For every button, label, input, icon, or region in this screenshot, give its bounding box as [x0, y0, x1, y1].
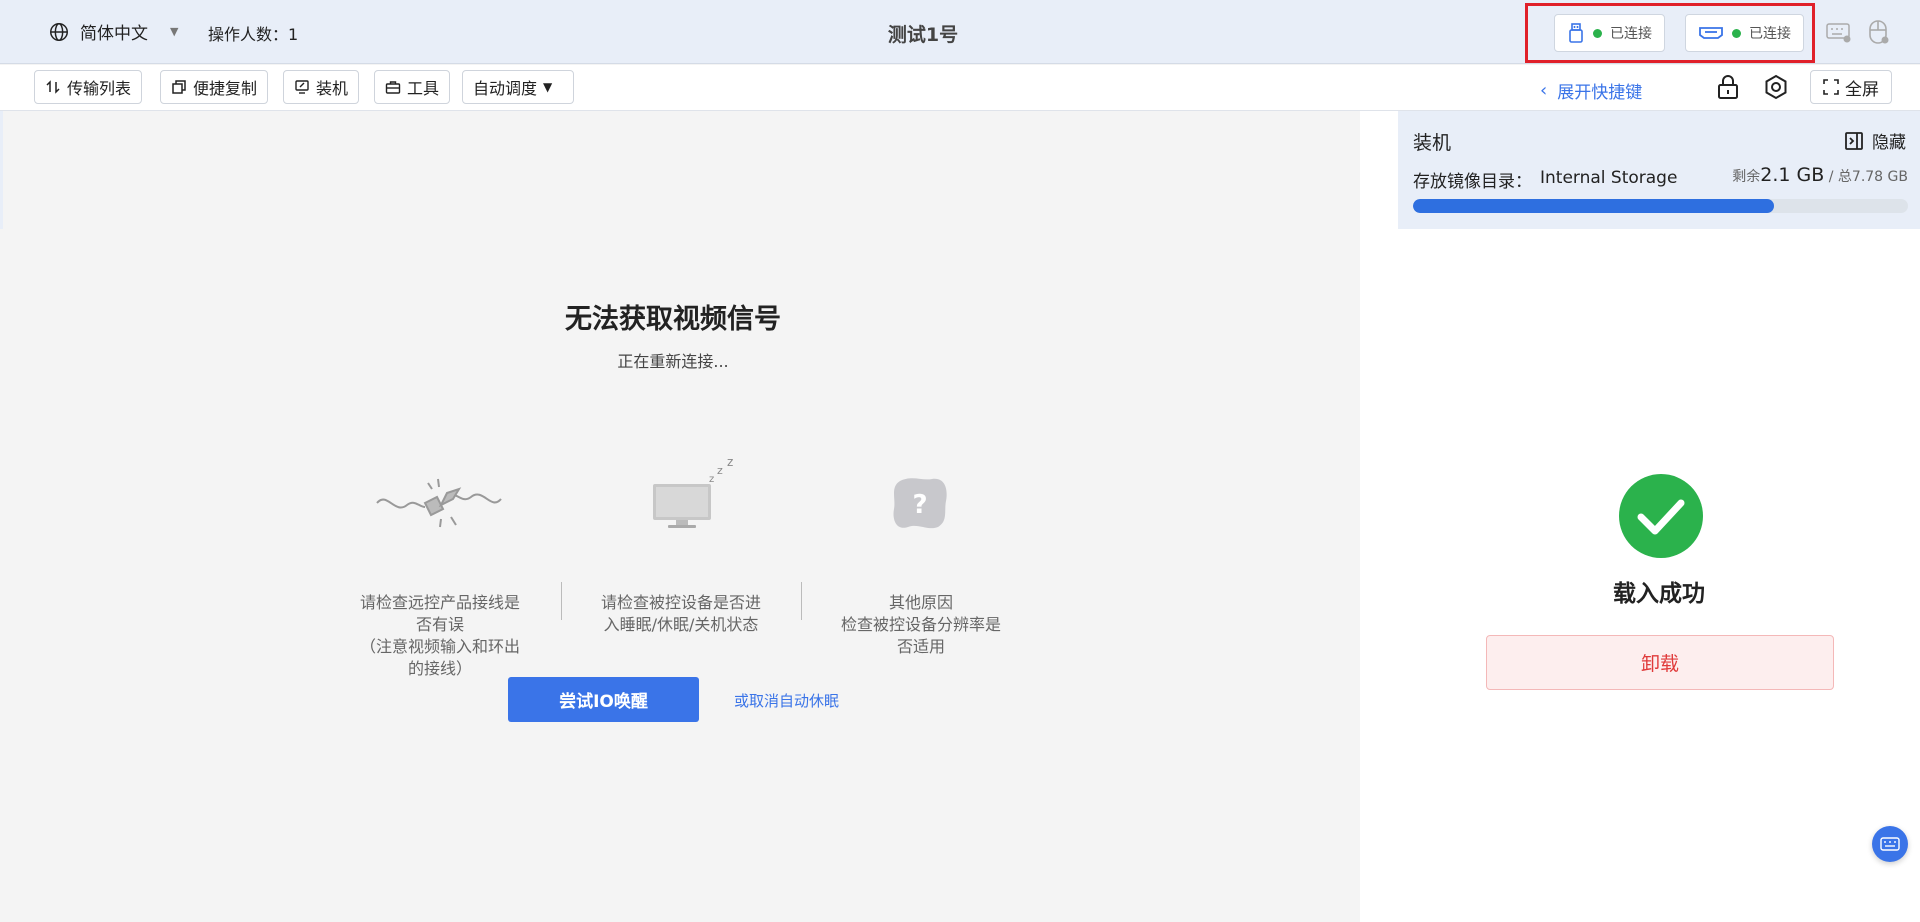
- reason-other-line2: 检查被控设备分辨率是: [840, 615, 1001, 634]
- usb-connected-dot: [1593, 28, 1602, 38]
- copy-icon: [172, 80, 186, 94]
- svg-text:z: z: [717, 464, 723, 477]
- remaining-value: 2.1 GB: [1760, 164, 1825, 186]
- panel-gutter: [1360, 111, 1398, 922]
- hide-panel-button[interactable]: 隐藏: [1844, 128, 1906, 153]
- reason-cable-text: 请检查远控产品接线是 否有误 （注意视频输入和环出 的接线）: [340, 592, 540, 680]
- virtual-keyboard-button[interactable]: [1872, 826, 1908, 862]
- toolbox-icon: [385, 81, 401, 94]
- reason-divider: [561, 582, 562, 620]
- svg-text:?: ?: [912, 490, 927, 520]
- storage-remaining: 剩余2.1 GB / 总7.78 GB: [1732, 164, 1908, 186]
- usb-status-label: 已连接: [1610, 26, 1652, 42]
- reason-cable-line2: 否有误: [415, 615, 464, 634]
- success-check-icon: [1619, 474, 1703, 558]
- usb-icon: [1569, 23, 1583, 43]
- expand-shortcuts-label: 展开快捷键: [1557, 83, 1643, 103]
- usb-status-button[interactable]: 已连接: [1554, 14, 1665, 52]
- hdmi-status-label: 已连接: [1749, 26, 1791, 42]
- chevron-left-icon: ‹: [1540, 80, 1548, 101]
- total-capacity: / 总7.78 GB: [1824, 169, 1908, 185]
- settings-icon[interactable]: [1762, 73, 1790, 101]
- try-io-wake-button[interactable]: 尝试IO唤醒: [508, 677, 699, 722]
- install-panel-header: 装机 隐藏 存放镜像目录： Internal Storage 剩余2.1 GB …: [1398, 111, 1920, 229]
- unplugged-cable-icon: [376, 478, 502, 528]
- remaining-prefix: 剩余: [1732, 169, 1761, 185]
- panel-title: 装机: [1413, 132, 1452, 154]
- reason-cable-line1: 请检查远控产品接线是: [359, 593, 520, 612]
- transfer-list-button[interactable]: 传输列表: [34, 70, 143, 104]
- transfer-icon: [46, 80, 60, 94]
- storage-usage-bar: [1413, 199, 1908, 213]
- reason-other-text: 其他原因 检查被控设备分辨率是 否适用: [821, 592, 1021, 658]
- tools-label: 工具: [407, 79, 440, 98]
- storage-dir-value: Internal Storage: [1540, 168, 1678, 188]
- video-viewport: 无法获取视频信号 正在重新连接... z z z ? 请检查远控产品接线是 否有…: [3, 111, 1360, 922]
- quick-copy-button[interactable]: 便捷复制: [160, 70, 269, 104]
- hdmi-connected-dot: [1732, 28, 1741, 38]
- install-icon: [295, 80, 309, 94]
- cancel-auto-sleep-link[interactable]: 或取消自动休眠: [734, 690, 839, 711]
- reason-other-line3: 否适用: [896, 637, 945, 656]
- fullscreen-icon: [1823, 79, 1839, 95]
- toolbar: 传输列表 便捷复制 装机 工具 自动调度 ▼ ‹ 展开快捷键 全屏: [0, 65, 1920, 111]
- reason-other-line1: 其他原因: [888, 593, 953, 612]
- keyboard-status-icon[interactable]: [1826, 20, 1852, 44]
- mouse-status-icon[interactable]: [1866, 18, 1890, 46]
- install-label: 装机: [316, 79, 349, 98]
- fullscreen-label: 全屏: [1845, 79, 1879, 100]
- expand-shortcuts-link[interactable]: ‹ 展开快捷键: [1540, 78, 1642, 103]
- auto-schedule-dropdown[interactable]: 自动调度 ▼: [462, 70, 574, 104]
- install-panel: 装机 隐藏 存放镜像目录： Internal Storage 剩余2.1 GB …: [1398, 111, 1920, 922]
- tools-button[interactable]: 工具: [374, 70, 451, 104]
- svg-text:z: z: [709, 474, 714, 485]
- no-signal-heading: 无法获取视频信号: [565, 304, 781, 335]
- reason-sleep-text: 请检查被控设备是否进 入睡眠/休眠/关机状态: [581, 592, 781, 636]
- reason-sleep-line2: 入睡眠/休眠/关机状态: [603, 615, 759, 634]
- top-bar: 简体中文 ▼ 操作人数：1 测试1号 已连接 已连接: [0, 0, 1920, 64]
- load-success-text: 载入成功: [1613, 581, 1705, 607]
- question-mark-icon: ?: [893, 478, 947, 529]
- sleeping-monitor-icon: z z z: [653, 456, 733, 528]
- reconnect-status: 正在重新连接...: [617, 352, 729, 371]
- reason-sleep-line1: 请检查被控设备是否进: [600, 593, 761, 612]
- caret-down-icon: ▼: [543, 80, 553, 94]
- hdmi-icon: [1699, 27, 1723, 39]
- transfer-list-label: 传输列表: [67, 79, 132, 98]
- reason-cable-line3: （注意视频输入和环出: [359, 637, 520, 656]
- auto-schedule-label: 自动调度: [473, 79, 538, 98]
- quick-copy-label: 便捷复制: [193, 79, 258, 98]
- fullscreen-button[interactable]: 全屏: [1810, 70, 1892, 104]
- storage-usage-fill: [1413, 199, 1775, 213]
- collapse-panel-icon: [1845, 131, 1863, 150]
- unload-button[interactable]: 卸载: [1486, 635, 1834, 690]
- lock-icon[interactable]: [1714, 73, 1742, 101]
- hdmi-status-button[interactable]: 已连接: [1685, 14, 1804, 52]
- hide-panel-label: 隐藏: [1872, 133, 1906, 153]
- svg-text:z: z: [727, 456, 733, 469]
- install-button[interactable]: 装机: [283, 70, 360, 104]
- reason-divider: [801, 582, 802, 620]
- storage-dir-label: 存放镜像目录：: [1413, 172, 1532, 192]
- keyboard-icon: [1880, 837, 1900, 851]
